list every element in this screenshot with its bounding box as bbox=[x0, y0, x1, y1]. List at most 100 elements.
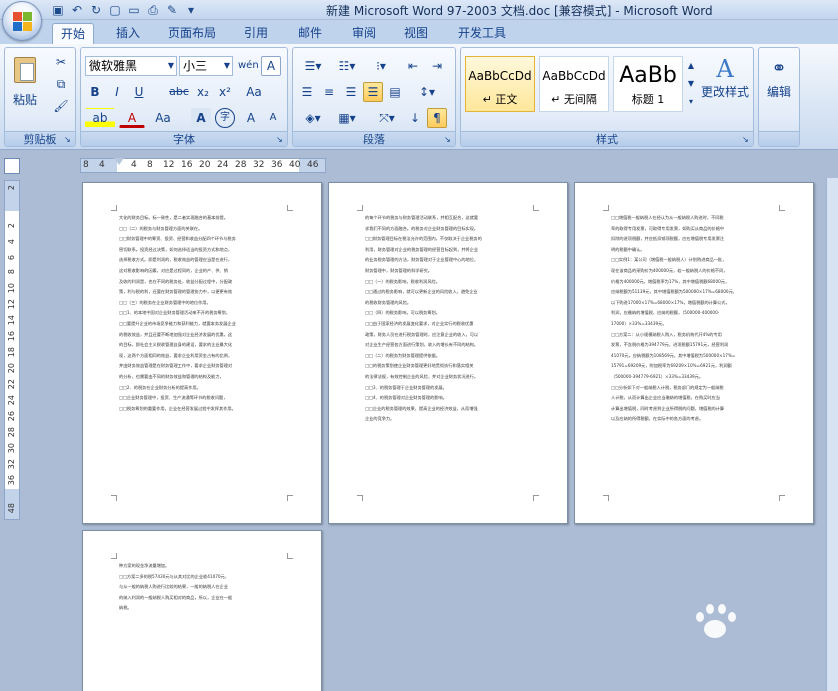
tab-insert[interactable]: 插入 bbox=[110, 23, 146, 44]
tab-developer[interactable]: 开发工具 bbox=[452, 23, 512, 44]
show-formatting-icon[interactable]: ¶ bbox=[427, 108, 447, 128]
paragraph-launcher-icon[interactable]: ↘ bbox=[444, 135, 453, 144]
print-icon[interactable]: ⎙ bbox=[145, 2, 161, 18]
justify-icon[interactable]: ☰ bbox=[363, 82, 383, 102]
new-doc-icon[interactable]: ▢ bbox=[107, 2, 123, 18]
phonetic-label: wén bbox=[238, 60, 259, 71]
crop-mark bbox=[287, 495, 293, 501]
crop-mark bbox=[357, 495, 363, 501]
styles-launcher-icon[interactable]: ↘ bbox=[742, 135, 751, 144]
cut-icon[interactable]: ✂ bbox=[51, 52, 71, 72]
style-no-spacing[interactable]: AaBbCcDd ↵ 无间隔 bbox=[539, 56, 609, 112]
sort-icon[interactable]: ↓ bbox=[405, 108, 425, 128]
strikethrough-button[interactable]: abc bbox=[167, 82, 191, 102]
character-shading-button[interactable]: A bbox=[191, 108, 211, 128]
tab-selector[interactable] bbox=[4, 158, 20, 174]
document-page-4[interactable]: 种方案的现金净流量增加。 □□方案二多的税57430元与从其对比的企业收4107… bbox=[82, 530, 322, 691]
bullets-icon[interactable]: ☰▾ bbox=[297, 56, 329, 76]
text-line: 现，这两个方面相同的效益，要求企业利用资金占有的比例， bbox=[119, 352, 233, 358]
font-color-button[interactable]: A bbox=[119, 108, 145, 128]
text-line: （500000-394779-6921）×33%=33439元。 bbox=[611, 373, 704, 379]
change-case-button-2[interactable]: Aa bbox=[149, 108, 177, 128]
phonetic-guide-button[interactable]: wén bbox=[237, 56, 259, 76]
ruler-tick: 4 bbox=[99, 160, 105, 170]
document-page-3[interactable]: □□增值税一般纳税人在经认为从一般纳税人购进时，不同税 率的取得专用发票，可取得… bbox=[574, 182, 814, 524]
undo-icon[interactable]: ↶ bbox=[69, 2, 85, 18]
save-icon[interactable]: ▣ bbox=[50, 2, 66, 18]
shading-icon[interactable]: ◈▾ bbox=[297, 108, 329, 128]
tab-home[interactable]: 开始 bbox=[52, 23, 94, 44]
ruler-tick: 32 bbox=[253, 160, 265, 170]
enclose-characters-button[interactable]: 字 bbox=[215, 108, 235, 128]
clipboard-launcher-icon[interactable]: ↘ bbox=[64, 135, 73, 144]
open-icon[interactable]: ▭ bbox=[126, 2, 142, 18]
tab-view[interactable]: 视图 bbox=[398, 23, 434, 44]
text-line: 及收的利润是，也在不同的税务处，收益分配过程中，分配政 bbox=[119, 278, 233, 284]
paste-button[interactable]: 粘贴 bbox=[9, 52, 41, 112]
superscript-button[interactable]: x² bbox=[215, 82, 235, 102]
document-page-2[interactable]: 的每个环节的税务与财务管理活动联系，并相互配合，这就要 求我们不同的方面融合。的… bbox=[328, 182, 568, 524]
distributed-icon[interactable]: ▤ bbox=[385, 82, 405, 102]
crop-mark bbox=[287, 205, 293, 211]
text-line: 企业的竞争力。 bbox=[365, 416, 395, 422]
change-styles-button[interactable]: A 更改样式 bbox=[699, 54, 751, 112]
text-line: □□增值税一般纳税人在经认为从一般纳税人购进时，不同税 bbox=[611, 215, 724, 220]
ruler-tick: 36 bbox=[271, 160, 283, 170]
change-styles-label: 更改样式 bbox=[700, 85, 749, 99]
style-normal[interactable]: AaBbCcDd ↵ 正文 bbox=[465, 56, 535, 112]
text-line: □□财务管理目标在税法允许的范围内，不仅取决于企业税务的 bbox=[365, 236, 482, 242]
ruler-tick: 20 bbox=[7, 363, 16, 374]
ruler-tick: 18 bbox=[7, 347, 16, 358]
subscript-button[interactable]: x₂ bbox=[193, 82, 213, 102]
grow-font-button[interactable]: A bbox=[241, 108, 261, 128]
editing-button[interactable]: ⚭ 编辑 bbox=[761, 54, 797, 112]
text-line: 的每个环节的税务与财务管理活动联系，并相互配合，这就要 bbox=[365, 215, 479, 220]
crop-mark bbox=[533, 495, 539, 501]
bold-button[interactable]: B bbox=[85, 82, 105, 102]
edit-icon[interactable]: ✎ bbox=[164, 2, 180, 18]
crop-mark bbox=[287, 553, 293, 559]
numbering-icon[interactable]: ☷▾ bbox=[331, 56, 363, 76]
crop-mark bbox=[779, 495, 785, 501]
office-button[interactable] bbox=[2, 1, 42, 41]
tab-review[interactable]: 审阅 bbox=[346, 23, 382, 44]
borders-icon[interactable]: ▦▾ bbox=[331, 108, 363, 128]
ruler-tick: 12 bbox=[7, 299, 16, 310]
ruler-tick: 28 bbox=[7, 427, 16, 438]
shrink-font-button[interactable]: A bbox=[263, 108, 283, 128]
horizontal-ruler[interactable]: 8 4 4 8 12 16 20 24 28 32 36 40 46 bbox=[80, 158, 326, 173]
styles-scroll[interactable]: ▲ ▼ ▾ bbox=[685, 56, 697, 112]
change-case-button[interactable]: Aa bbox=[241, 82, 267, 102]
document-page-1[interactable]: 大化的财务目标。标一致性，是二者实现融合的基本前提。 □□（二）的税务与财务管理… bbox=[82, 182, 322, 524]
font-launcher-icon[interactable]: ↘ bbox=[276, 135, 285, 144]
italic-button[interactable]: I bbox=[107, 82, 127, 102]
underline-button[interactable]: U bbox=[129, 82, 149, 102]
text-line: □□税务筹划的重要作用，企业在经营发展过程中发挥其作用。 bbox=[119, 405, 236, 411]
align-center-icon[interactable]: ≡ bbox=[319, 82, 339, 102]
vertical-ruler[interactable]: 2 2 4 6 8 10 12 14 16 18 20 22 24 26 28 … bbox=[4, 180, 20, 520]
tab-page-layout[interactable]: 页面布局 bbox=[162, 23, 222, 44]
style-heading-1[interactable]: AaBb 标题 1 bbox=[613, 56, 683, 112]
chevron-down-icon: ▼ bbox=[223, 61, 230, 70]
character-border-button[interactable]: A bbox=[261, 56, 281, 76]
multilevel-list-icon[interactable]: ⁝▾ bbox=[365, 56, 397, 76]
line-spacing-icon[interactable]: ↕▾ bbox=[411, 82, 443, 102]
highlight-button[interactable]: ab bbox=[85, 108, 115, 128]
format-painter-icon[interactable]: 🖌 bbox=[51, 96, 71, 116]
ruler-tick: 32 bbox=[7, 459, 16, 470]
align-left-icon[interactable]: ☰ bbox=[297, 82, 317, 102]
border-a-label: A bbox=[266, 59, 276, 73]
tab-mailings[interactable]: 邮件 bbox=[292, 23, 328, 44]
copy-icon[interactable]: ⧉ bbox=[51, 74, 71, 94]
increase-indent-icon[interactable]: ⇥ bbox=[427, 56, 447, 76]
indent-marker-icon[interactable] bbox=[114, 158, 124, 165]
decrease-indent-icon[interactable]: ⇤ bbox=[403, 56, 423, 76]
align-right-icon[interactable]: ☰ bbox=[341, 82, 361, 102]
tab-references[interactable]: 引用 bbox=[238, 23, 274, 44]
chinese-layout-icon[interactable]: ⤧▾ bbox=[371, 108, 403, 128]
customize-toolbar-icon[interactable]: ▾ bbox=[183, 2, 199, 18]
font-name-combo[interactable]: 微软雅黑 ▼ bbox=[85, 56, 177, 76]
ruler-tick: 22 bbox=[7, 379, 16, 390]
font-size-combo[interactable]: 小三 ▼ bbox=[179, 56, 233, 76]
redo-icon[interactable]: ↻ bbox=[88, 2, 104, 18]
